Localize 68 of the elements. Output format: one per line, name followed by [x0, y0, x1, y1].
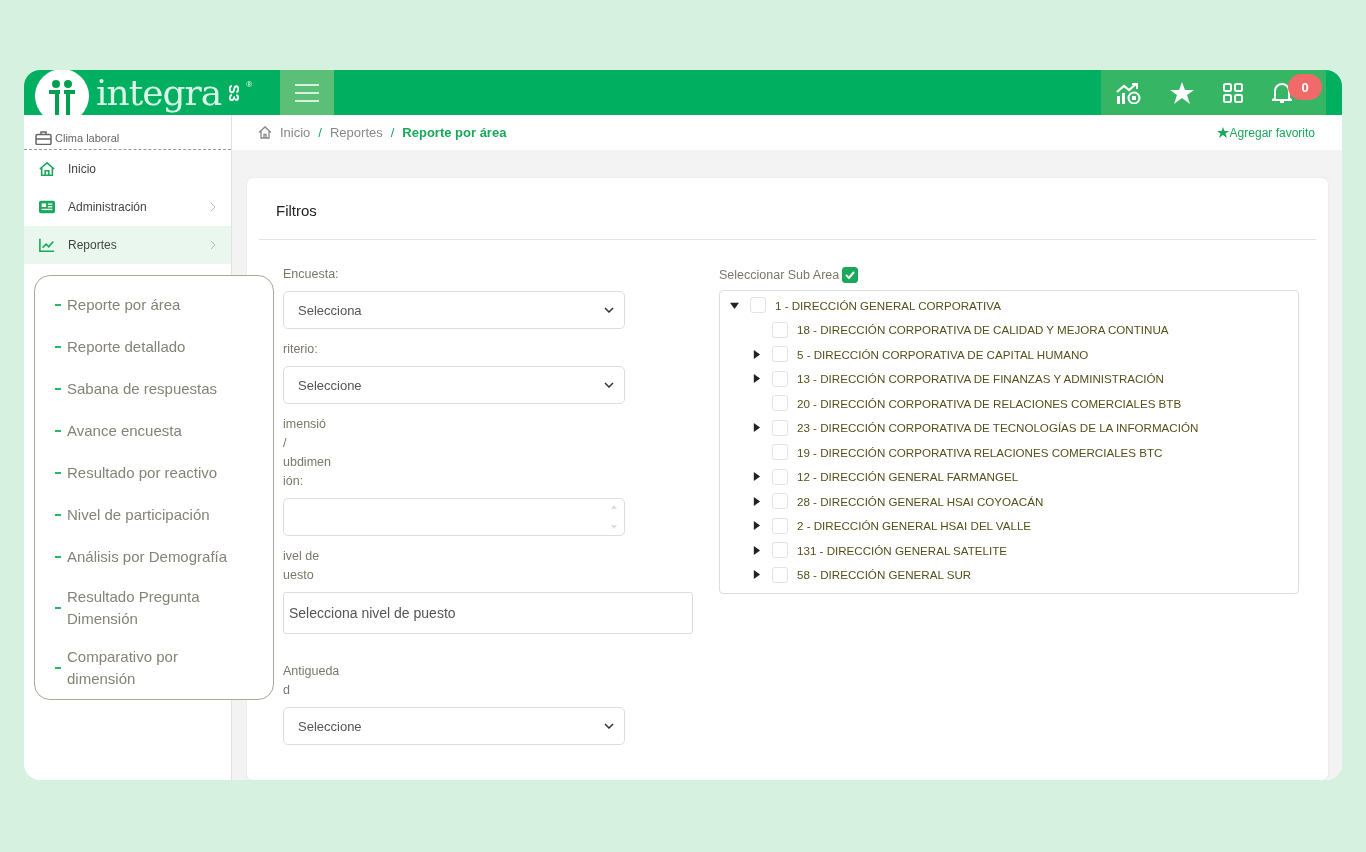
breadcrumb-separator: /	[318, 125, 322, 140]
submenu-item[interactable]: Resultado por reactivo	[55, 452, 267, 494]
tree-item-label[interactable]: 18 - DIRECCIÓN CORPORATIVA DE CALIDAD Y MEJORA CONTINUA	[797, 323, 1169, 337]
tree-item-label[interactable]: 5 - DIRECCIÓN CORPORATIVA DE CAPITAL HUMANO	[797, 347, 1089, 361]
tree-item-label[interactable]: 20 - DIRECCIÓN CORPORATIVA DE RELACIONES COMERCIALES BTB	[797, 396, 1182, 410]
registered-mark: ®	[246, 80, 253, 89]
logo-text: integra	[96, 74, 222, 111]
tree-item-label[interactable]: 131 - DIRECCIÓN GENERAL SATELITE	[797, 543, 1008, 557]
submenu-item[interactable]: Resultado Pregunta Dimensión	[55, 578, 267, 638]
module-title: Clima laboral	[55, 132, 120, 144]
breadcrumb-separator: /	[390, 125, 395, 140]
tree-item-label[interactable]: 58 - DIRECCIÓN GENERAL SUR	[797, 568, 972, 582]
tree-item-label[interactable]: 13 - DIRECCIÓN CORPORATIVA DE FINANZAS Y ADMINISTRACIÓN	[797, 372, 1164, 386]
select-field[interactable]: Selecciona	[283, 291, 625, 329]
caret-icon	[604, 723, 614, 729]
submenu-item[interactable]: Avance encuesta	[55, 410, 267, 452]
menu-button[interactable]	[280, 70, 334, 115]
briefcase-icon	[35, 131, 52, 145]
field-label: Antigueda	[283, 663, 341, 680]
submenu-item[interactable]: Comparativo por dimensión	[55, 638, 267, 698]
menu-icon	[295, 83, 319, 102]
multiselect-field[interactable]: Selecciona nivel de puesto	[283, 592, 693, 634]
tree-item-label[interactable]: 28 - DIRECCIÓN GENERAL HSAI COYOACÁN	[797, 494, 1044, 508]
scroll-arrows-icon	[610, 503, 618, 531]
sidebar-item[interactable]: Reportes	[24, 226, 231, 264]
submenu-item[interactable]: Reporte detallado	[55, 326, 267, 368]
field-label: ivel de	[283, 548, 321, 565]
breadcrumb-link[interactable]: Inicio	[280, 125, 311, 140]
newspaper-icon	[38, 199, 56, 215]
apps-grid-icon[interactable]	[1222, 82, 1243, 103]
star-icon	[1216, 127, 1229, 138]
field-label: uesto	[283, 567, 315, 584]
notification-badge: 0	[1288, 74, 1322, 100]
field-label: Encuesta:	[283, 266, 340, 283]
select-field[interactable]: Seleccione	[283, 707, 625, 745]
field-label: riterio:	[283, 341, 319, 358]
star-icon[interactable]	[1170, 81, 1195, 104]
field-label: /	[283, 435, 288, 452]
caret-icon	[604, 307, 614, 313]
tree-item-label[interactable]: 23 - DIRECCIÓN CORPORATIVA DE TECNOLOGÍAS DE LA INFORMACIÓN	[797, 421, 1199, 435]
submenu-item[interactable]: Nivel de participación	[55, 494, 267, 536]
field-label: ión:	[283, 473, 305, 490]
tree-item-label[interactable]: 19 - DIRECCIÓN CORPORATIVA RELACIONES COMERCIALES BTC	[797, 445, 1163, 459]
select-field[interactable]: Seleccione	[283, 366, 625, 404]
field-label: d	[283, 682, 291, 699]
subarea-label: Seleccionar Sub Area	[719, 268, 840, 282]
tree-item-label[interactable]: 1 - DIRECCIÓN GENERAL CORPORATIVA	[775, 298, 1001, 312]
submenu-item[interactable]: Sabana de respuestas	[55, 368, 267, 410]
card-title: Filtros	[259, 178, 1316, 240]
line-chart-icon	[38, 237, 56, 253]
check-icon	[845, 271, 856, 279]
home-icon	[38, 161, 56, 177]
sidebar-item[interactable]: Inicio	[24, 150, 231, 188]
field-label: imensió	[283, 416, 328, 433]
home-icon	[258, 126, 272, 139]
tree-item-label[interactable]: 12 - DIRECCIÓN GENERAL FARMANGEL	[797, 470, 1019, 484]
listbox-field[interactable]	[283, 498, 625, 536]
tree-item-label[interactable]: 2 - DIRECCIÓN GENERAL HSAI DEL VALLE	[797, 519, 1032, 533]
growth-chart-icon[interactable]	[1115, 81, 1142, 104]
bell-icon[interactable]	[1271, 81, 1292, 104]
sidebar-item[interactable]: Administración	[24, 188, 231, 226]
submenu-item[interactable]: Reporte por área	[55, 284, 267, 326]
breadcrumb-link[interactable]: Reportes	[330, 125, 383, 140]
logo-mark: S3	[225, 83, 242, 102]
field-label: ubdimen	[283, 454, 332, 471]
checkbox[interactable]	[842, 267, 859, 283]
caret-icon	[604, 382, 614, 388]
submenu-item[interactable]: Análisis por Demografía	[55, 536, 267, 578]
